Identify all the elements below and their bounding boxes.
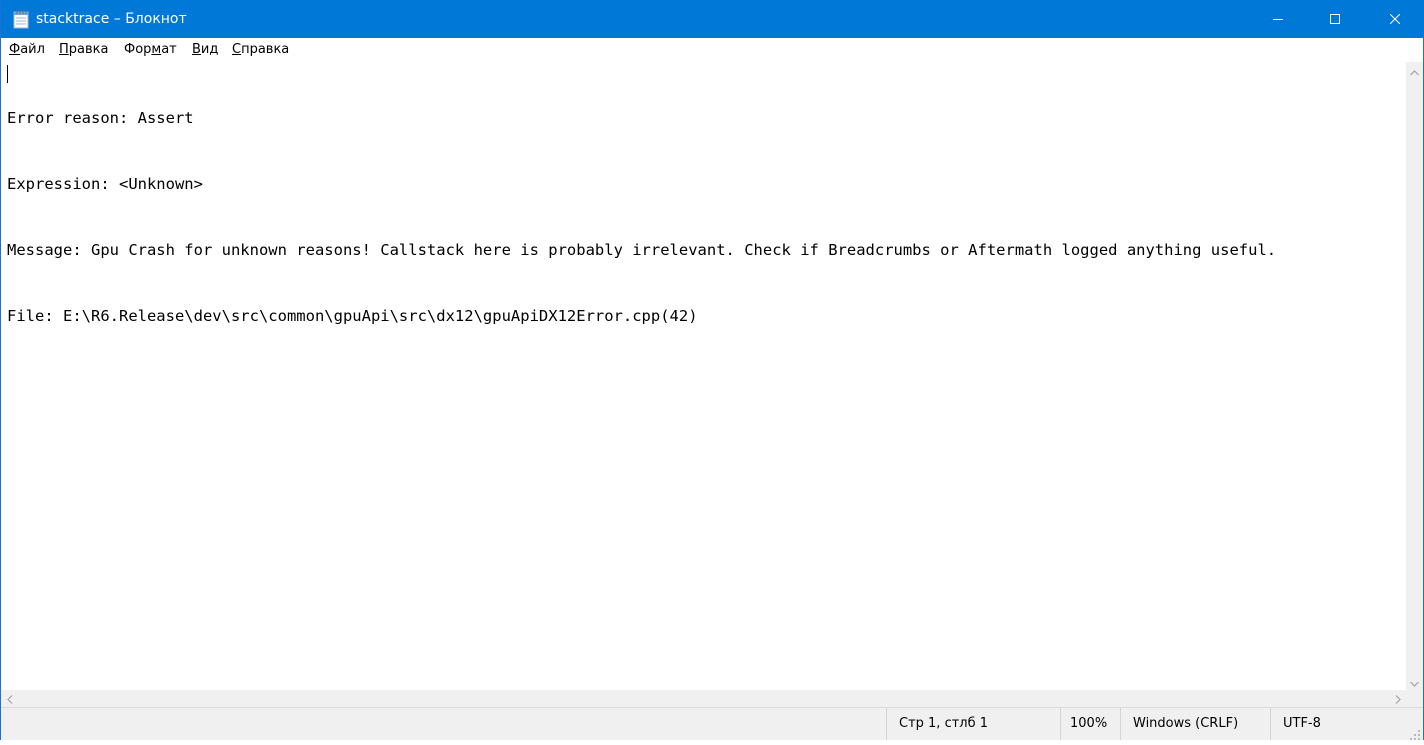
text-line: Message: Gpu Crash for unknown reasons! … [7,241,1277,259]
menu-format[interactable]: Формат [122,41,179,59]
scroll-down-button[interactable] [1406,673,1423,690]
minimize-icon [1272,14,1283,24]
text-editor[interactable]: Error reason: Assert Expression: <Unknow… [1,62,1406,690]
chevron-right-icon [1395,689,1401,708]
status-encoding: UTF-8 [1270,708,1423,740]
vertical-scrollbar[interactable] [1406,62,1423,690]
text-line: File: E:\R6.Release\dev\src\common\gpuAp… [7,307,698,325]
menu-file[interactable]: Файл [7,41,47,59]
status-line-ending: Windows (CRLF) [1120,708,1270,740]
status-cursor-position: Стр 1, стлб 1 [886,708,1060,740]
notepad-icon[interactable] [13,9,29,29]
text-caret [7,65,8,83]
scroll-right-button[interactable] [1389,690,1406,707]
window-title: stacktrace – Блокнот [36,11,187,27]
scroll-up-button[interactable] [1406,62,1423,79]
text-line: Expression: <Unknown> [7,175,203,193]
menu-edit[interactable]: Правка [57,41,110,59]
chevron-down-icon [1410,672,1419,691]
close-icon [1390,14,1400,24]
chevron-up-icon [1410,61,1419,80]
text-line: Error reason: Assert [7,109,194,127]
close-button[interactable] [1365,0,1424,38]
status-bar: Стр 1, стлб 1 100% Windows (CRLF) UTF-8 [1,707,1423,740]
menu-view[interactable]: Вид [190,41,220,59]
menu-bar: Файл Правка Формат Вид Справка [1,38,1423,63]
scrollbar-corner [1406,690,1423,707]
maximize-icon [1329,14,1340,24]
editor-text[interactable]: Error reason: Assert Expression: <Unknow… [7,63,1276,371]
menu-help[interactable]: Справка [230,41,291,59]
scroll-left-button[interactable] [1,690,18,707]
minimize-button[interactable] [1251,0,1304,38]
horizontal-scrollbar[interactable] [1,690,1406,707]
resize-grip-icon[interactable] [1409,726,1421,740]
chevron-left-icon [6,689,13,708]
title-bar[interactable]: stacktrace – Блокнот [1,0,1424,38]
notepad-window: stacktrace – Блокнот Файл Правка Формат … [0,0,1424,740]
status-zoom: 100% [1060,708,1120,740]
maximize-button[interactable] [1308,0,1361,38]
